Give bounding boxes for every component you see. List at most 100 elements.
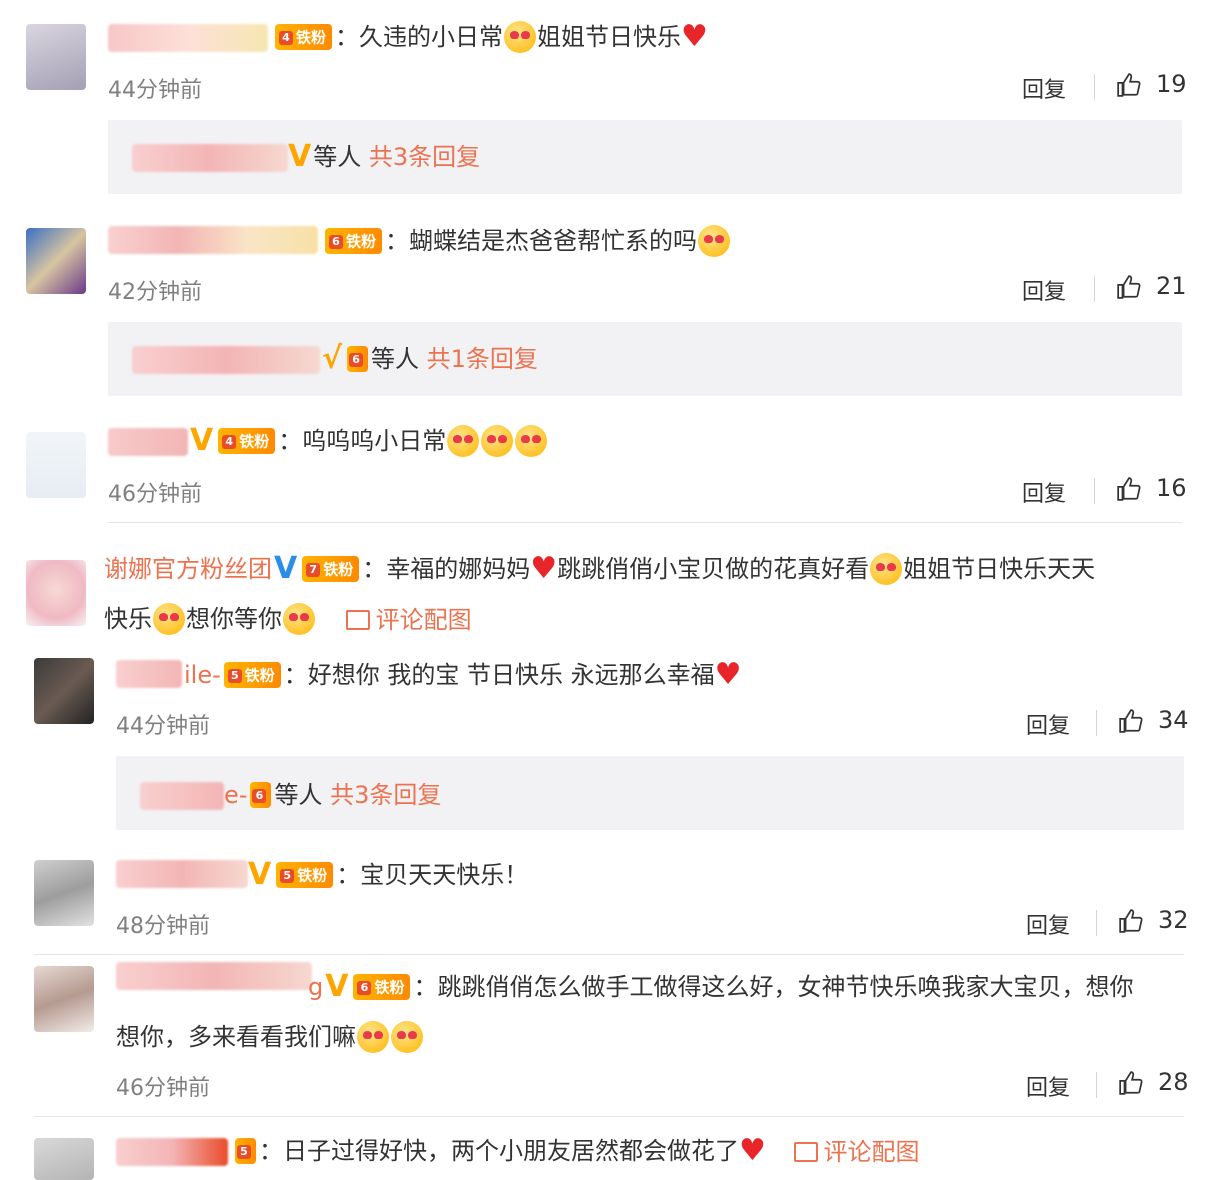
like-count: 16: [1156, 474, 1187, 502]
image-icon: [793, 1141, 818, 1162]
like-count: 34: [1158, 706, 1189, 734]
username[interactable]: 谢娜官方粉丝团: [104, 555, 272, 583]
thumbs-up-icon[interactable]: [1118, 908, 1144, 934]
smile-emoji-icon: [357, 1021, 389, 1053]
reply-button[interactable]: 回复: [1026, 908, 1070, 940]
smile-emoji-icon: [391, 1021, 423, 1053]
username-blurred[interactable]: [116, 1138, 228, 1166]
divider: [1094, 74, 1095, 100]
fan-badge[interactable]: 5: [235, 1138, 256, 1164]
username[interactable]: ile-: [184, 661, 221, 689]
comment-text: V 4 铁粉 ：呜呜呜小日常: [188, 422, 548, 459]
divider: [1096, 1072, 1097, 1098]
reply-button[interactable]: 回复: [1026, 708, 1070, 740]
reply-summary-text: √ 6 等人 共1条回复: [322, 341, 538, 376]
reply-summary-text: e- 6 等人 共3条回复: [224, 781, 442, 809]
username-blurred[interactable]: [116, 860, 248, 888]
comment-time: 42分钟前: [108, 280, 202, 305]
avatar[interactable]: [26, 432, 86, 498]
comment-time: 46分钟前: [108, 482, 202, 507]
comment-text-cont: 快乐 想你等你 评论配图: [104, 603, 472, 635]
verified-v-icon: V: [325, 969, 349, 1004]
reply-button[interactable]: 回复: [1022, 72, 1066, 104]
avatar[interactable]: [34, 966, 94, 1032]
comment-text: 5 ：日子过得好快，两个小朋友居然都会做花了♥ 评论配图: [232, 1132, 920, 1170]
verified-v-icon: V: [274, 551, 298, 586]
heart-icon: ♥: [714, 657, 742, 692]
reply-button[interactable]: 回复: [1022, 274, 1066, 306]
heart-icon: ♥: [530, 551, 558, 586]
thumbs-up-icon[interactable]: [1116, 274, 1142, 300]
verified-v-icon: V: [190, 423, 214, 458]
verified-v-icon: √: [322, 341, 343, 376]
username[interactable]: g: [308, 973, 323, 1001]
comment-image-link[interactable]: 评论配图: [345, 605, 472, 634]
comment-text: gV 6 铁粉 ：跳跳俏俏怎么做手工做得这么好，女神节快乐唤我家大宝贝，想你: [308, 969, 1134, 1004]
smile-emoji-icon: [447, 425, 480, 457]
fan-badge: 6: [347, 346, 369, 372]
heart-icon: ♥: [681, 19, 708, 54]
fan-badge[interactable]: 5 铁粉: [276, 862, 334, 888]
avatar[interactable]: [34, 658, 94, 724]
comment-text: 谢娜官方粉丝团V 7 铁粉 ：幸福的娜妈妈♥跳跳俏俏小宝贝做的花真好看 姐姐节日快乐天天: [104, 551, 1096, 586]
smile-emoji-icon: [515, 425, 548, 457]
reply-count-link[interactable]: 共3条回复: [369, 143, 480, 171]
avatar[interactable]: [26, 24, 86, 90]
thumbs-up-icon[interactable]: [1118, 708, 1144, 734]
fan-badge: 6: [250, 782, 272, 808]
smile-emoji-icon: [698, 225, 731, 257]
reply-button[interactable]: 回复: [1026, 1070, 1070, 1102]
verified-v-icon: V: [288, 139, 312, 174]
smile-emoji-icon: [870, 553, 903, 585]
thumbs-up-icon[interactable]: [1118, 1070, 1144, 1096]
username-blurred[interactable]: [108, 428, 188, 456]
comment-image-link[interactable]: 评论配图: [793, 1137, 920, 1166]
fan-badge[interactable]: 6 铁粉: [353, 974, 411, 1000]
avatar[interactable]: [34, 1138, 94, 1180]
thumbs-up-icon[interactable]: [1116, 476, 1142, 502]
comment-text: V 5 铁粉 ：宝贝天天快乐！: [248, 857, 529, 892]
reply-summary-box[interactable]: √ 6 等人 共1条回复: [108, 322, 1182, 396]
comment-time: 44分钟前: [108, 78, 202, 103]
divider: [1094, 276, 1095, 302]
divider: [1096, 910, 1097, 936]
avatar[interactable]: [26, 560, 86, 626]
comment-text: 4 铁粉 ：久违的小日常 姐姐节日快乐♥: [272, 18, 708, 55]
fan-badge[interactable]: 7 铁粉: [302, 556, 360, 582]
username-blurred[interactable]: [116, 962, 312, 990]
like-count: 32: [1158, 906, 1189, 934]
comment-time: 44分钟前: [116, 714, 210, 739]
like-count: 21: [1156, 272, 1187, 300]
username-blurred: [132, 346, 320, 374]
thumbs-up-icon[interactable]: [1116, 72, 1142, 98]
username-blurred[interactable]: [108, 226, 318, 254]
reply-summary-text: V等人 共3条回复: [288, 139, 481, 174]
fan-badge[interactable]: 4 铁粉: [218, 428, 276, 454]
fan-badge[interactable]: 5 铁粉: [223, 662, 281, 688]
username-blurred[interactable]: [116, 660, 182, 688]
username-blurred[interactable]: [108, 24, 268, 52]
divider: [1096, 710, 1097, 736]
reply-summary-box[interactable]: V等人 共3条回复: [108, 120, 1182, 194]
fan-badge[interactable]: 4 铁粉: [275, 24, 333, 50]
username[interactable]: e-: [224, 781, 247, 809]
reply-count-link[interactable]: 共3条回复: [330, 781, 441, 809]
comment-divider: [34, 1116, 1184, 1117]
fan-badge[interactable]: 6 铁粉: [325, 228, 383, 254]
comment-text-cont: 想你，多来看看我们嘛: [116, 1018, 424, 1055]
reply-button[interactable]: 回复: [1022, 476, 1066, 508]
like-count: 19: [1156, 70, 1187, 98]
verified-v-icon: V: [248, 857, 272, 892]
divider: [1094, 478, 1095, 504]
smile-emoji-icon: [504, 21, 537, 53]
smile-emoji-icon: [481, 425, 514, 457]
avatar[interactable]: [26, 228, 86, 294]
username-blurred: [132, 144, 288, 172]
heart-icon: ♥: [739, 1133, 766, 1168]
reply-summary-box[interactable]: e- 6 等人 共3条回复: [116, 756, 1184, 830]
comment-text: 6 铁粉 ：蝴蝶结是杰爸爸帮忙系的吗: [322, 222, 731, 259]
smile-emoji-icon: [153, 603, 185, 635]
image-icon: [345, 609, 370, 630]
reply-count-link[interactable]: 共1条回复: [427, 345, 538, 373]
avatar[interactable]: [34, 860, 94, 926]
